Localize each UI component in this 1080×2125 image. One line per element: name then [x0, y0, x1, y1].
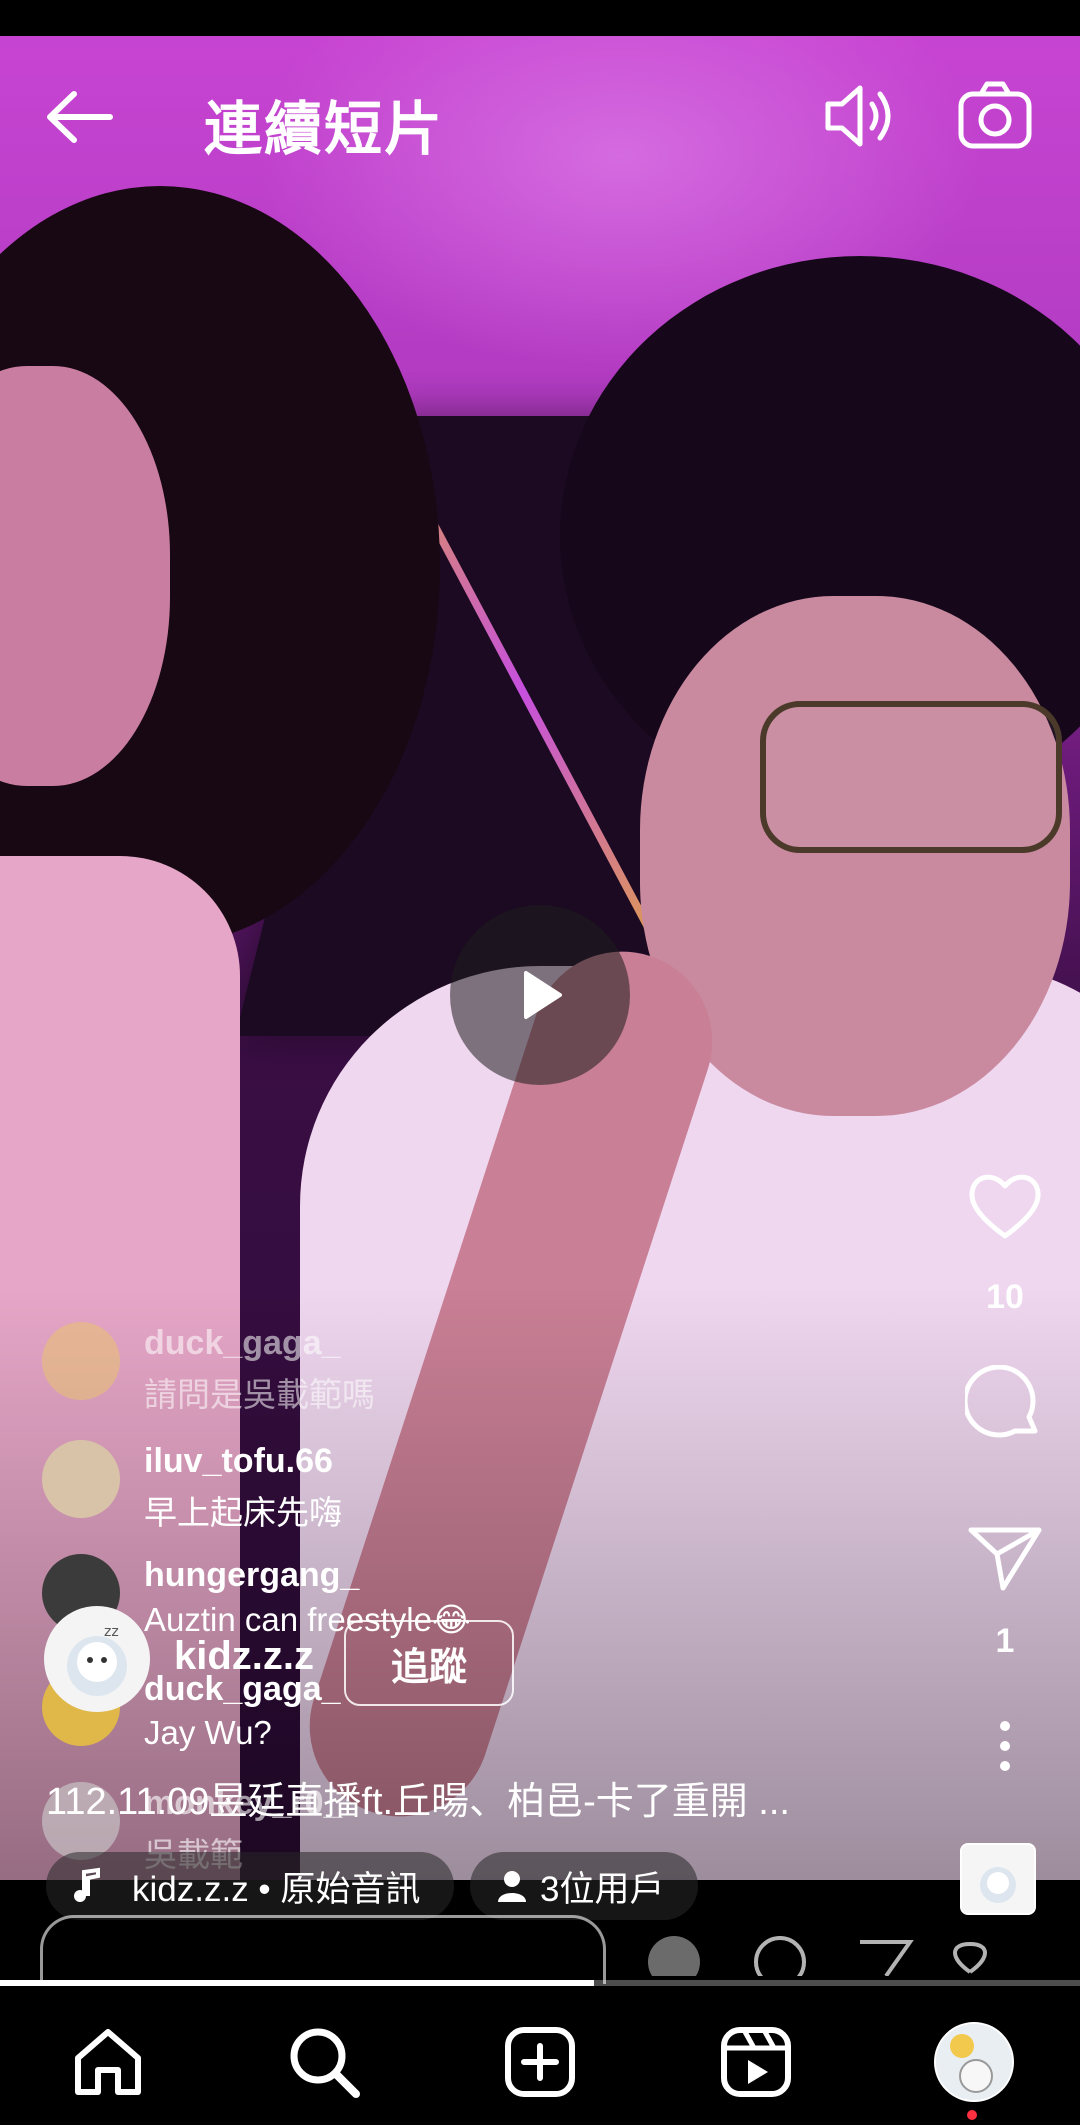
profile-avatar[interactable]: [934, 2022, 1014, 2102]
comment-input-partial: [40, 1915, 606, 1984]
comment-button[interactable]: [950, 1364, 1060, 1450]
video-glasses: [760, 701, 1062, 853]
owner-username[interactable]: kidz.z.z: [174, 1634, 314, 1679]
heart-icon: [969, 1174, 1041, 1239]
reels-icon[interactable]: [716, 2022, 796, 2102]
arrow-left-icon[interactable]: [40, 82, 120, 152]
like-count: 10: [986, 1278, 1024, 1316]
person-icon: [498, 1871, 526, 1902]
comment-item: iluv_tofu.66 早上起床先嗨: [40, 1438, 660, 1538]
underlying-action-icons: [640, 1922, 1020, 1988]
comment-text: 早上起床先嗨: [144, 1494, 342, 1531]
comment-username: hungergang_: [144, 1556, 360, 1594]
volume-icon[interactable]: [820, 76, 900, 156]
camera-icon[interactable]: [955, 76, 1035, 156]
more-options-button[interactable]: [950, 1718, 1060, 1779]
audio-chip[interactable]: kidz.z.z • 原始音訊: [46, 1852, 454, 1920]
reel-caption[interactable]: 112.11.09昱廷直播ft.丘暘、柏邑-卡了重開 ...: [46, 1770, 790, 1825]
play-button[interactable]: [450, 905, 630, 1085]
search-icon[interactable]: [284, 2022, 364, 2102]
more-vertical-icon: [1000, 1721, 1010, 1771]
svg-text:zz: zz: [104, 1624, 119, 1640]
comment-text: Jay Wu?: [144, 1714, 272, 1751]
bottom-navigation: [0, 1986, 1080, 2125]
page-title: 連續短片: [204, 97, 445, 162]
share-count: 1: [995, 1622, 1015, 1660]
comment-text: 請問是吳載範嗎: [144, 1376, 375, 1413]
audio-thumbnail[interactable]: [960, 1843, 1036, 1915]
audio-label: kidz.z.z • 原始音訊: [132, 1869, 421, 1909]
send-icon: [968, 1527, 1042, 1591]
tagged-users-label: 3位用戶: [540, 1869, 665, 1909]
create-icon[interactable]: [500, 2022, 580, 2102]
like-button[interactable]: [950, 1170, 1060, 1247]
comment-username: duck_gaga_: [144, 1324, 341, 1362]
share-button[interactable]: [950, 1522, 1060, 1599]
comment-username: iluv_tofu.66: [144, 1442, 333, 1480]
commenter-avatar: [42, 1440, 120, 1518]
reel-owner: zz kidz.z.z 追蹤: [44, 1606, 644, 1716]
top-bar: 連續短片: [0, 36, 1080, 166]
owner-avatar[interactable]: zz: [44, 1606, 150, 1712]
home-icon[interactable]: [68, 2022, 148, 2102]
play-icon: [524, 971, 562, 1019]
comment-item: duck_gaga_ 請問是吳載範嗎: [40, 1320, 660, 1420]
follow-button[interactable]: 追蹤: [344, 1620, 514, 1706]
notification-dot: [967, 2110, 977, 2120]
commenter-avatar: [42, 1322, 120, 1400]
tagged-users-chip[interactable]: 3位用戶: [470, 1852, 698, 1920]
comment-icon: [962, 1364, 1038, 1438]
status-bar: [0, 0, 1080, 36]
music-note-icon: [74, 1867, 100, 1902]
